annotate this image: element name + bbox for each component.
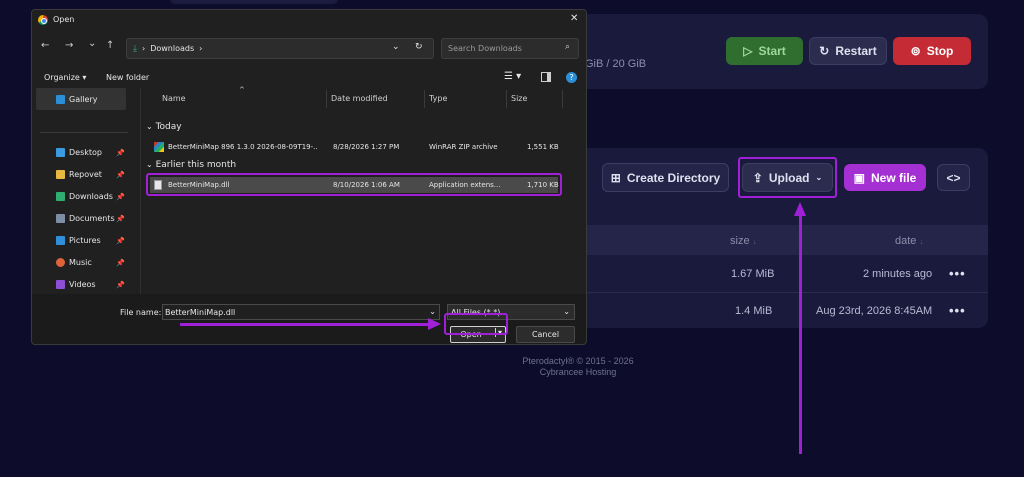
new-file-button[interactable]: ▣ New file [844, 164, 926, 191]
back-icon[interactable]: ← [41, 40, 49, 51]
sidebar-divider [40, 132, 128, 133]
footer: Pterodactyl® © 2015 - 2026 Cybrancee Hos… [522, 356, 634, 377]
file-plus-icon: ▣ [853, 170, 865, 185]
pin-icon: 📌 [116, 259, 125, 267]
stop-button[interactable]: ⊚ Stop [893, 37, 971, 65]
search-input[interactable]: Search Downloads ⌕ [441, 38, 579, 59]
restart-icon: ↻ [819, 44, 830, 58]
group-today[interactable]: ⌄ Today [146, 122, 182, 132]
chevron-down-icon[interactable]: ⌄ [392, 42, 400, 52]
close-icon[interactable]: ✕ [570, 13, 578, 24]
organize-menu[interactable]: Organize ▾ [44, 73, 86, 82]
top-stub [170, 0, 338, 4]
pin-icon: 📌 [116, 281, 125, 289]
breadcrumb-downloads[interactable]: Downloads [150, 44, 194, 53]
new-folder-button[interactable]: New folder [106, 73, 149, 82]
upload-annotation [738, 157, 837, 198]
folder-icon [56, 170, 65, 179]
file-list: Name ^ Date modified Type Size ⌄ Today B… [142, 86, 586, 294]
chrome-icon [38, 15, 48, 25]
pictures-icon [56, 236, 65, 245]
gallery-icon [56, 95, 65, 104]
start-button[interactable]: ▷ Start [726, 37, 803, 65]
chevron-down-icon[interactable]: ⌄ [429, 307, 436, 316]
col-divider [562, 90, 563, 108]
stop-icon: ⊚ [910, 44, 921, 58]
desktop-icon [56, 148, 65, 157]
col-size[interactable]: Size [511, 94, 527, 103]
dialog-navbar: ← → ⌄ ↑ ⤓ › Downloads › ⌄ ↻ Search Downl… [32, 36, 586, 60]
disk-usage: GiB / 20 GiB [585, 58, 647, 70]
pin-icon: 📌 [116, 193, 125, 201]
table-row-date: 2 minutes ago [863, 268, 933, 280]
group-earlier[interactable]: ⌄ Earlier this month [146, 160, 236, 170]
up-icon[interactable]: ↑ [106, 40, 114, 51]
chevron-down-icon: ⌄ [146, 122, 153, 131]
nav-pane: Gallery Desktop 📌 Repovet 📌 Downloads 📌 … [32, 88, 138, 294]
sidebar-item-gallery[interactable]: Gallery [56, 95, 128, 104]
music-icon [56, 258, 65, 267]
preview-pane-icon[interactable] [541, 72, 551, 82]
filename-input[interactable]: BetterMiniMap.dll ⌄ [162, 304, 440, 320]
pin-icon: 📌 [116, 149, 125, 157]
download-icon [56, 192, 65, 201]
col-date-header[interactable]: date ↓ [895, 235, 923, 247]
col-name[interactable]: Name [162, 94, 186, 103]
dialog-title: Open [53, 15, 75, 24]
help-icon[interactable]: ? [566, 72, 577, 83]
address-bar[interactable]: ⤓ › Downloads › ⌄ ↻ [126, 38, 434, 59]
selection-annotation [146, 173, 562, 196]
open-button-annotation [444, 313, 508, 335]
videos-icon [56, 280, 65, 289]
pin-icon: 📌 [116, 237, 125, 245]
table-row-size: 1.4 MiB [735, 305, 773, 317]
view-menu-icon[interactable]: ☰ ▾ [504, 71, 521, 82]
pin-icon: 📌 [116, 171, 125, 179]
list-item[interactable]: BetterMiniMap 896 1.3.0 2026-08-09T19-..… [150, 139, 559, 155]
dialog-toolbar: Organize ▾ New folder ☰ ▾ ? [32, 68, 586, 88]
col-size-header[interactable]: size ↓ [730, 235, 757, 247]
download-icon: ⤓ [133, 43, 137, 54]
arrow-to-open [180, 323, 430, 326]
restart-button[interactable]: ↻ Restart [809, 37, 887, 65]
winrar-icon [154, 142, 164, 152]
code-icon: <> [946, 170, 961, 185]
row-menu-icon[interactable]: ••• [949, 266, 966, 281]
table-row-size: 1.67 MiB [731, 268, 775, 280]
col-divider [326, 90, 327, 108]
sort-icon: ↓ [752, 237, 757, 246]
filename-label: File name: [120, 308, 162, 317]
row-divider [540, 292, 988, 293]
arrow-to-upload [799, 214, 802, 454]
forward-icon[interactable]: → [65, 40, 73, 51]
open-file-dialog: Open ✕ ← → ⌄ ↑ ⤓ › Downloads › ⌄ ↻ Searc… [31, 9, 587, 345]
col-divider [506, 90, 507, 108]
folder-plus-icon: ⊞ [610, 170, 621, 185]
col-divider [424, 90, 425, 108]
dialog-titlebar: Open ✕ [32, 10, 586, 30]
chevron-down-icon: ⌄ [146, 160, 153, 169]
code-view-button[interactable]: <> [937, 164, 970, 191]
chevron-down-icon[interactable]: ⌄ [88, 38, 96, 49]
search-icon: ⌕ [564, 42, 570, 52]
arrowhead-icon [794, 202, 806, 216]
pin-icon: 📌 [116, 215, 125, 223]
cancel-button[interactable]: Cancel [516, 326, 575, 343]
chevron-down-icon: ⌄ [563, 307, 570, 316]
pane-splitter[interactable] [140, 88, 141, 294]
col-type[interactable]: Type [429, 94, 447, 103]
table-row-date: Aug 23rd, 2026 8:45AM [816, 305, 933, 317]
refresh-icon[interactable]: ↻ [415, 42, 423, 52]
sort-up-icon: ^ [239, 86, 245, 94]
play-icon: ▷ [743, 44, 753, 58]
row-menu-icon[interactable]: ••• [949, 303, 966, 318]
col-date-modified[interactable]: Date modified [331, 94, 388, 103]
arrowhead-icon [428, 318, 441, 330]
create-directory-button[interactable]: ⊞ Create Directory [602, 163, 729, 192]
sort-icon: ↓ [919, 237, 924, 246]
documents-icon [56, 214, 65, 223]
